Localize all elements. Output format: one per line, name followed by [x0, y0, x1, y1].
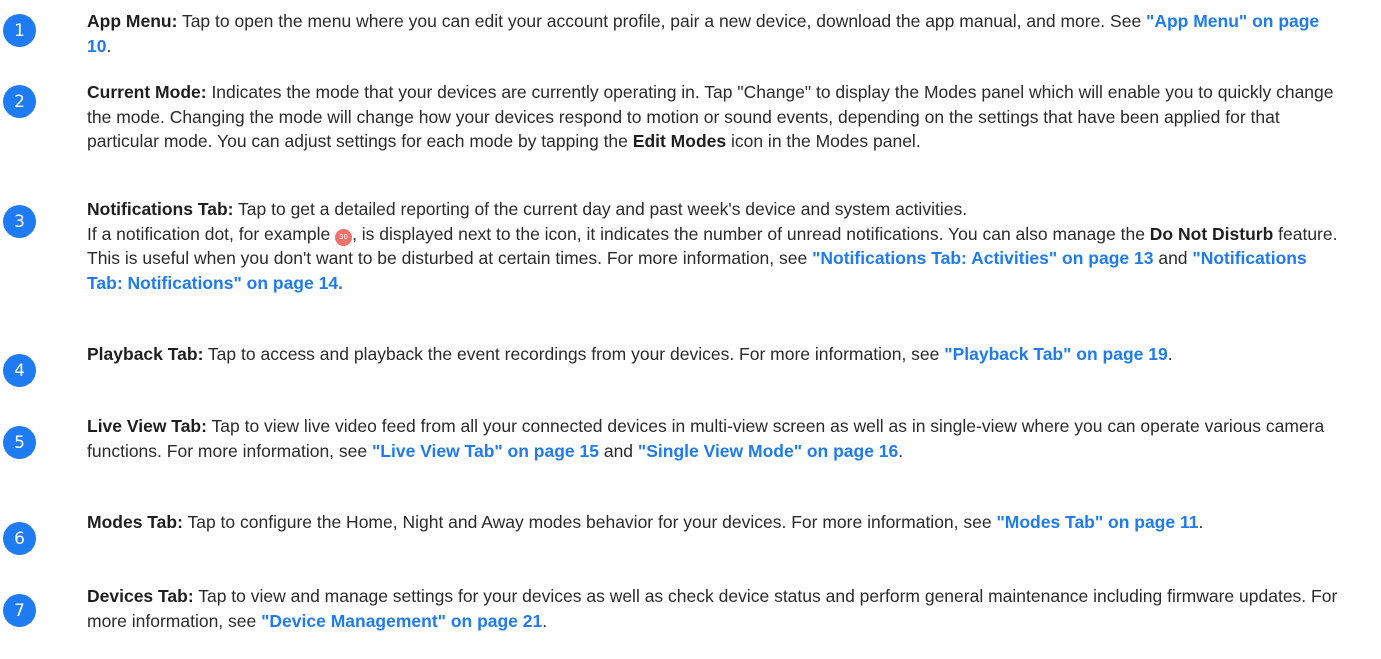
number-badge: 7 — [3, 594, 36, 627]
item-body-end: . — [106, 35, 112, 56]
item-body: Tap to get a detailed reporting of the c… — [233, 199, 968, 219]
item-label: Current Mode: — [87, 82, 207, 102]
item-text: App Menu: Tap to open the menu where you… — [87, 9, 1347, 58]
item-body-end: . — [1167, 344, 1173, 364]
number-badge: 1 — [3, 14, 36, 47]
number-badge: 2 — [3, 85, 36, 118]
number-badge: 6 — [3, 522, 36, 555]
item-label: Devices Tab: — [87, 586, 194, 606]
number-badge: 4 — [3, 354, 36, 387]
item-label: App Menu: — [87, 11, 178, 31]
item-label: Live View Tab: — [87, 416, 207, 436]
item-body-2: If a notification dot, for example — [87, 223, 336, 244]
notification-dot-icon: 30 — [335, 228, 353, 246]
item-text: Current Mode: Indicates the mode that yo… — [87, 80, 1347, 154]
item-label: Playback Tab: — [87, 344, 204, 364]
bold-term: Do Not Disturb — [1149, 223, 1274, 244]
item-text: Notifications Tab: Tap to get a detailed… — [87, 197, 1347, 295]
item-body-end: . — [1198, 512, 1204, 532]
item-text: Devices Tab: Tap to view and manage sett… — [87, 584, 1347, 633]
item-body-2: and — [598, 440, 638, 461]
bold-term: Edit Modes — [632, 131, 727, 151]
item-label: Notifications Tab: — [87, 199, 234, 219]
page-link[interactable]: "Modes Tab" on page 11 — [996, 512, 1198, 532]
page-link-single-view[interactable]: "Single View Mode" on page 16 — [638, 441, 898, 461]
item-body-end: icon in the Modes panel. — [726, 131, 921, 151]
item-text: Playback Tab: Tap to access and playback… — [87, 342, 1347, 367]
item-label: Modes Tab: — [87, 512, 183, 532]
item-text: Live View Tab: Tap to view live video fe… — [87, 414, 1347, 463]
item-body: Tap to open the menu where you can edit … — [177, 11, 1147, 31]
number-badge: 5 — [3, 426, 36, 459]
item-body-end: . — [898, 440, 904, 461]
item-body-end: . — [542, 610, 548, 631]
page-link[interactable]: "Playback Tab" on page 19 — [944, 344, 1167, 364]
item-body: Tap to configure the Home, Night and Awa… — [182, 512, 997, 532]
number-badge: 3 — [3, 205, 36, 238]
item-body: Tap to access and playback the event rec… — [203, 344, 945, 364]
item-body-5: and — [1153, 248, 1193, 268]
page-link-activities[interactable]: "Notifications Tab: Activities" on page … — [812, 248, 1153, 268]
item-text: Modes Tab: Tap to configure the Home, Ni… — [87, 510, 1347, 535]
page-link-live-view[interactable]: "Live View Tab" on page 15 — [372, 441, 599, 461]
page-link[interactable]: "Device Management" on page 21 — [261, 611, 542, 631]
item-body-3: , is displayed next to the icon, it indi… — [352, 223, 1150, 244]
